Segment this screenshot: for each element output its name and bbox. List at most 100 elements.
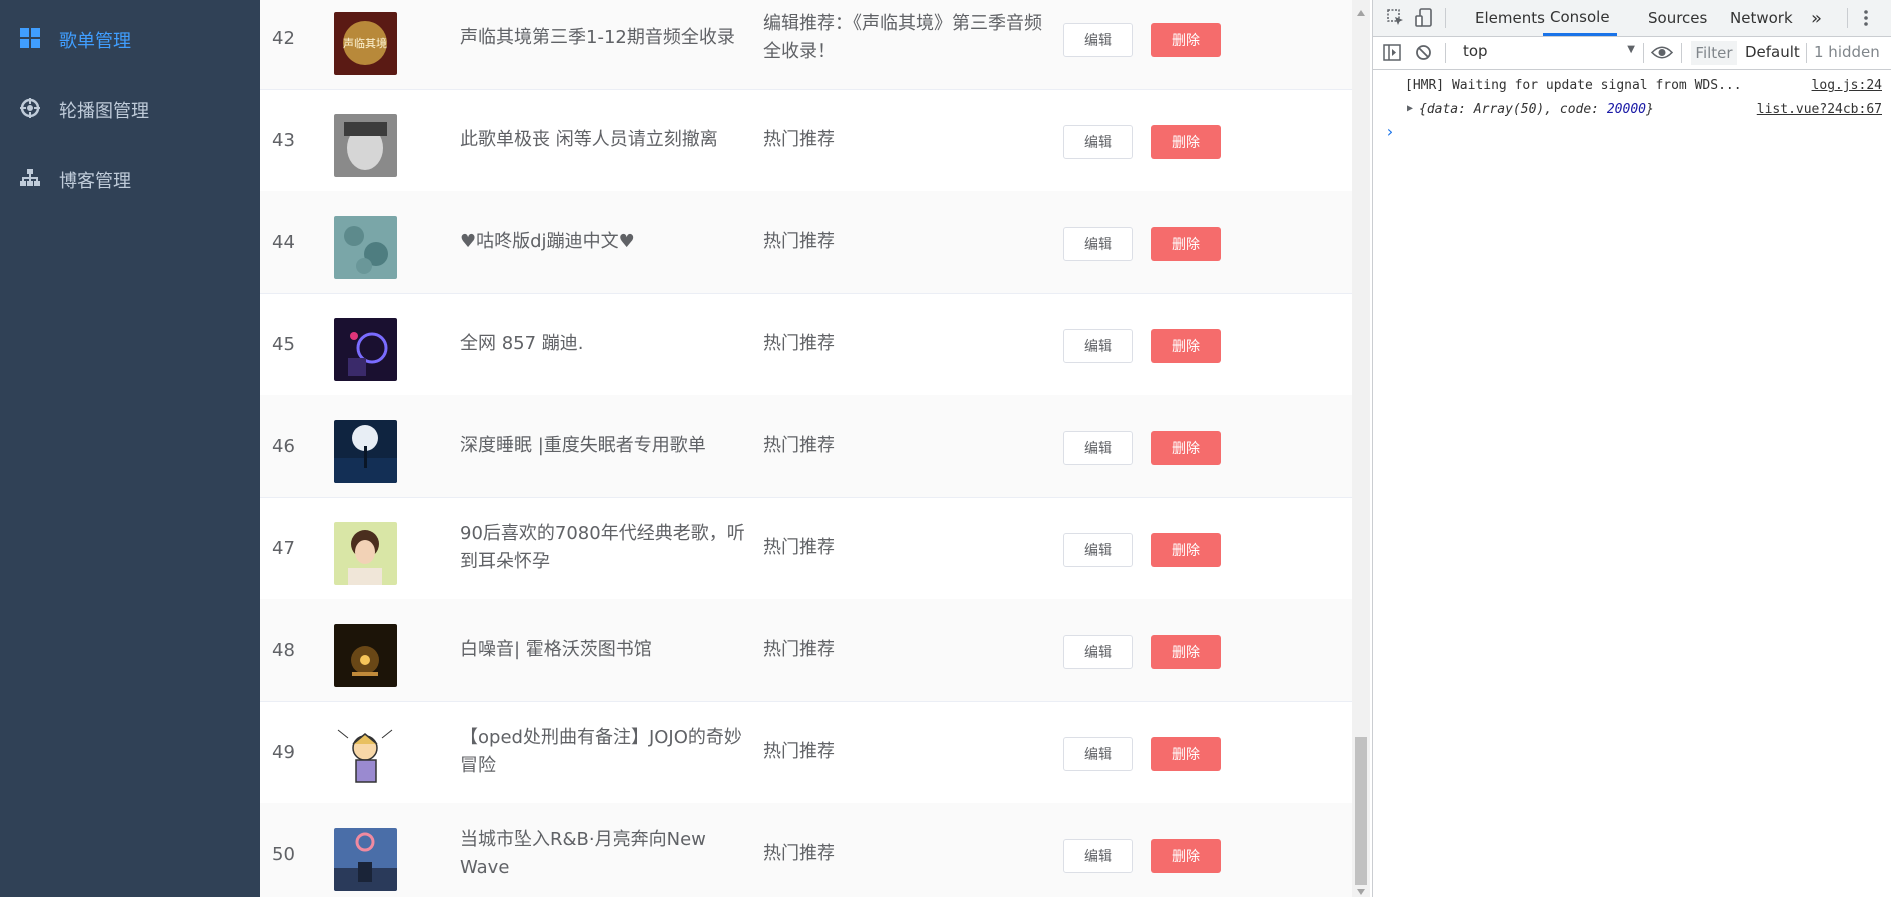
playlist-cover (334, 318, 397, 381)
kebab-menu-icon[interactable] (1863, 9, 1869, 27)
edit-button[interactable]: 编辑 (1063, 635, 1133, 669)
console-message: ▶ {data: Array(50), code: 20000} list.vu… (1373, 98, 1891, 122)
scrollbar-thumb[interactable] (1355, 737, 1367, 885)
table-row: 43 此歌单极丧 闲等人员请立刻撤离 热门推荐 编辑 删除 (260, 89, 1352, 192)
more-tabs-icon[interactable]: » (1811, 0, 1822, 36)
row-id: 47 (272, 537, 295, 559)
playlist-cover (334, 216, 397, 279)
inspect-element-icon[interactable] (1387, 9, 1405, 27)
svg-text:声临其境: 声临其境 (343, 36, 387, 50)
edit-button[interactable]: 编辑 (1063, 23, 1133, 57)
table-row: 50 当城市坠入R&B·月亮奔向New Wave 热门推荐 编辑 删除 (260, 803, 1352, 897)
edit-button[interactable]: 编辑 (1063, 227, 1133, 261)
delete-button[interactable]: 删除 (1151, 533, 1221, 567)
playlist-name: 白噪音| 霍格沃茨图书馆 (460, 639, 652, 660)
edit-button[interactable]: 编辑 (1063, 329, 1133, 363)
edit-button[interactable]: 编辑 (1063, 431, 1133, 465)
playlist-cover (334, 828, 397, 891)
playlist-name: 【oped处刑曲有备注】JOJO的奇妙冒险 (460, 727, 742, 776)
filter-input[interactable]: Filter (1691, 41, 1737, 65)
table-row: 42 声临其境 声临其境第三季1-12期音频全收录 编辑推荐：《声临其境》第三季… (260, 0, 1352, 90)
sidebar: 歌单管理 轮播图管理 博客管理 (0, 0, 260, 897)
playlist-cover (334, 624, 397, 687)
sidebar-toggle-icon[interactable] (1383, 44, 1401, 61)
playlist-desc: 编辑推荐：《声临其境》第三季音频全收录！ (763, 13, 1042, 62)
playlist-cover (334, 726, 397, 789)
device-toolbar-icon[interactable] (1415, 8, 1433, 28)
delete-button[interactable]: 删除 (1151, 227, 1221, 261)
page-scrollbar[interactable] (1352, 0, 1370, 897)
table-row: 45 全网 857 蹦迪. 热门推荐 编辑 删除 (260, 293, 1352, 396)
console-object-text[interactable]: {data: Array(50), code: 20000} (1419, 102, 1654, 117)
playlist-cover: 声临其境 (334, 12, 397, 75)
devtools-tabbar: Elements Console Sources Network » (1373, 0, 1891, 37)
row-id: 43 (272, 129, 295, 151)
log-levels-dropdown[interactable]: Default (1745, 43, 1800, 61)
delete-button[interactable]: 删除 (1151, 329, 1221, 363)
edit-button[interactable]: 编辑 (1063, 533, 1133, 567)
delete-button[interactable]: 删除 (1151, 839, 1221, 873)
table-row: 46 深度睡眠 |重度失眠者专用歌单 热门推荐 编辑 删除 (260, 395, 1352, 498)
console-toolbar: top ▼ Filter Default 1 hidden (1373, 37, 1891, 70)
playlist-desc: 热门推荐 (763, 537, 835, 558)
edit-button[interactable]: 编辑 (1063, 125, 1133, 159)
clear-console-icon[interactable] (1415, 44, 1432, 61)
row-id: 45 (272, 333, 295, 355)
edit-button[interactable]: 编辑 (1063, 839, 1133, 873)
playlist-cover (334, 114, 397, 177)
console-source-link[interactable]: list.vue?24cb:67 (1757, 102, 1882, 117)
table-row: 44 ♥咕咚版dj蹦迪中文♥ 热门推荐 编辑 删除 (260, 191, 1352, 294)
sitemap-icon (20, 169, 40, 186)
sidebar-item-carousel[interactable]: 轮播图管理 (0, 73, 260, 143)
playlist-name: 此歌单极丧 闲等人员请立刻撤离 (460, 129, 718, 150)
playlist-name: ♥咕咚版dj蹦迪中文♥ (460, 231, 635, 252)
row-id: 46 (272, 435, 295, 457)
playlist-desc: 热门推荐 (763, 231, 835, 252)
sidebar-item-label: 博客管理 (59, 171, 131, 192)
scroll-down-icon[interactable] (1357, 889, 1365, 895)
devtools-panel: Elements Console Sources Network » top ▼ (1372, 0, 1891, 897)
console-message-text: [HMR] Waiting for update signal from WDS… (1405, 78, 1742, 93)
playlist-table: 42 声临其境 声临其境第三季1-12期音频全收录 编辑推荐：《声临其境》第三季… (260, 0, 1352, 897)
delete-button[interactable]: 删除 (1151, 431, 1221, 465)
table-row: 49 【oped处刑曲有备注】JOJO的奇妙冒险 热门推荐 编辑 删除 (260, 701, 1352, 804)
tab-elements[interactable]: Elements (1475, 0, 1545, 36)
playlist-desc: 热门推荐 (763, 741, 835, 762)
playlist-desc: 热门推荐 (763, 639, 835, 660)
sidebar-item-label: 轮播图管理 (59, 101, 149, 122)
row-id: 48 (272, 639, 295, 661)
tab-console[interactable]: Console (1543, 0, 1617, 36)
playlist-cover (334, 522, 397, 585)
playlist-name: 声临其境第三季1-12期音频全收录 (460, 27, 735, 48)
delete-button[interactable]: 删除 (1151, 23, 1221, 57)
console-prompt-icon[interactable]: › (1385, 122, 1395, 141)
delete-button[interactable]: 删除 (1151, 635, 1221, 669)
playlist-desc: 热门推荐 (763, 129, 835, 150)
playlist-name: 90后喜欢的7080年代经典老歌，听到耳朵怀孕 (460, 523, 745, 572)
console-source-link[interactable]: log.js:24 (1812, 78, 1882, 93)
hidden-count: 1 hidden (1814, 43, 1880, 61)
scroll-up-icon[interactable] (1357, 10, 1365, 16)
eye-icon[interactable] (1651, 45, 1673, 60)
playlist-name: 当城市坠入R&B·月亮奔向New Wave (460, 829, 706, 878)
delete-button[interactable]: 删除 (1151, 125, 1221, 159)
context-selector[interactable]: top ▼ (1463, 42, 1635, 64)
expand-triangle-icon[interactable]: ▶ (1407, 103, 1413, 114)
sidebar-item-blog[interactable]: 博客管理 (0, 143, 260, 213)
object-code-value: 20000 (1606, 102, 1646, 117)
edit-button[interactable]: 编辑 (1063, 737, 1133, 771)
playlist-desc: 热门推荐 (763, 843, 835, 864)
dropdown-caret-icon: ▼ (1627, 44, 1635, 55)
context-value: top (1463, 42, 1488, 60)
delete-button[interactable]: 删除 (1151, 737, 1221, 771)
playlist-desc: 热门推荐 (763, 435, 835, 456)
sidebar-item-playlist[interactable]: 歌单管理 (0, 3, 260, 73)
tab-sources[interactable]: Sources (1648, 0, 1707, 36)
sidebar-item-label: 歌单管理 (59, 31, 131, 52)
row-id: 42 (272, 27, 295, 49)
tab-network[interactable]: Network (1730, 0, 1793, 36)
carousel-icon (20, 98, 40, 118)
playlist-name: 深度睡眠 |重度失眠者专用歌单 (460, 435, 706, 456)
playlist-desc: 热门推荐 (763, 333, 835, 354)
row-id: 44 (272, 231, 295, 253)
